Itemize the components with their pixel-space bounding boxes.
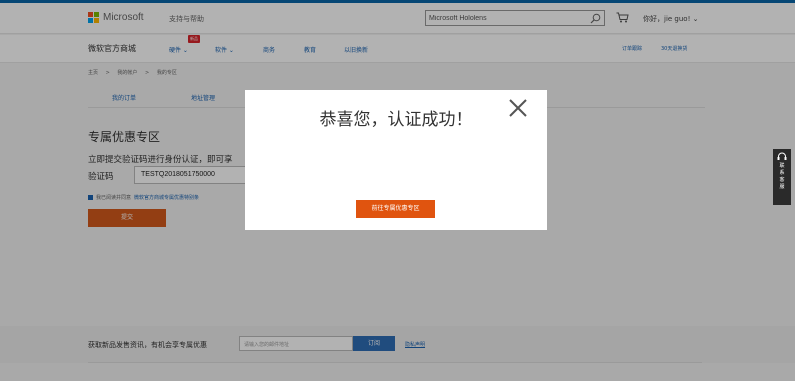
modal-title: 恭喜您，认证成功！ <box>319 110 473 130</box>
go-to-exclusive-zone-button[interactable]: 前往专属优惠专区 <box>356 200 435 218</box>
headset-icon <box>777 152 787 160</box>
contact-char: 客 <box>779 177 785 183</box>
contact-support-tab[interactable]: 联 系 客 服 <box>773 149 791 205</box>
contact-char: 联 <box>779 163 785 169</box>
success-modal: 恭喜您，认证成功！ 前往专属优惠专区 <box>245 90 547 230</box>
contact-char: 服 <box>779 184 785 190</box>
contact-char: 系 <box>779 170 785 176</box>
close-icon[interactable] <box>507 97 529 119</box>
